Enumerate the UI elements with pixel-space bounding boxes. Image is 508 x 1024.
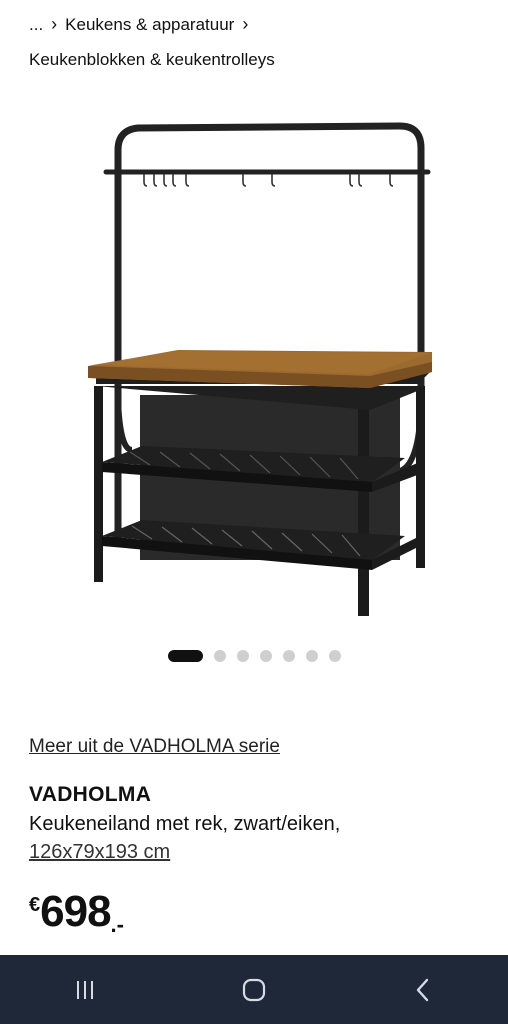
price-currency: €	[29, 894, 41, 916]
gallery-dot[interactable]	[236, 650, 249, 662]
home-button[interactable]	[224, 960, 284, 1020]
home-icon	[242, 978, 266, 1001]
gallery-dot[interactable]	[213, 650, 226, 662]
breadcrumb-current[interactable]: Keukenblokken & keukentrolleys	[29, 50, 275, 70]
breadcrumb: ... › Keukens & apparatuur ›	[29, 14, 248, 35]
gallery-dot[interactable]	[305, 650, 318, 662]
back-icon	[417, 978, 429, 1001]
gallery-dot[interactable]	[328, 650, 341, 662]
hooks	[143, 174, 394, 187]
product-image[interactable]	[0, 90, 508, 630]
recents-icon	[76, 980, 93, 999]
product-description: Keukeneiland met rek, zwart/eiken,	[29, 813, 341, 835]
gallery-dot[interactable]	[282, 650, 295, 662]
gallery-dot-active[interactable]	[167, 650, 203, 662]
price: € 698 .-	[29, 888, 124, 938]
chevron-right-icon: ›	[242, 14, 249, 34]
gallery-dot[interactable]	[259, 650, 272, 662]
series-link[interactable]: Meer uit de VADHOLMA serie	[29, 736, 280, 758]
breadcrumb-ellipsis[interactable]: ...	[29, 15, 43, 35]
breadcrumb-item-kitchens[interactable]: Keukens & apparatuur	[65, 15, 234, 35]
system-nav-bar	[0, 955, 508, 1024]
price-decimal: .-	[110, 912, 124, 937]
back-button[interactable]	[393, 960, 453, 1020]
chevron-right-icon: ›	[51, 14, 58, 34]
recents-button[interactable]	[55, 960, 115, 1020]
price-integer: 698	[40, 887, 111, 936]
gallery-pagination	[0, 650, 508, 662]
product-dimensions-link[interactable]: 126x79x193 cm	[29, 841, 170, 864]
product-name: VADHOLMA	[29, 783, 152, 806]
